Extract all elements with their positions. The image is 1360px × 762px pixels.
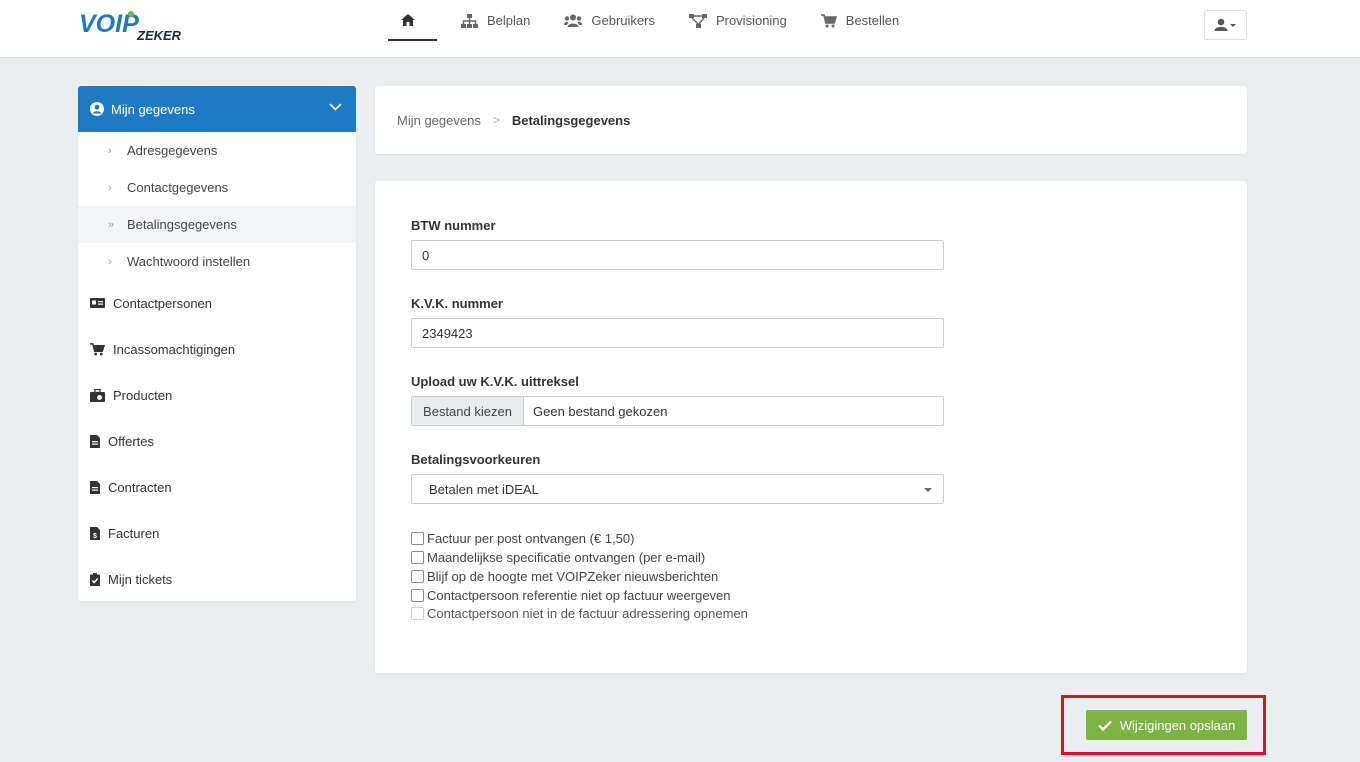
double-chevron-right-icon: » — [108, 218, 115, 231]
sidebar-item-label: Mijn tickets — [108, 571, 173, 587]
breadcrumb-parent[interactable]: Mijn gegevens — [397, 113, 481, 128]
nav-label: Provisioning — [715, 13, 787, 28]
id-card-icon — [90, 298, 105, 308]
user-caret-icon — [1214, 18, 1236, 31]
sidebar-item-label: Betalingsgegevens — [127, 217, 237, 232]
sidebar-item-contactpersonen[interactable]: Contactpersonen — [78, 280, 356, 326]
checkbox[interactable] — [411, 589, 424, 602]
choose-file-button[interactable]: Bestand kiezen — [412, 397, 524, 425]
nav-belplan[interactable]: Belplan — [449, 0, 542, 41]
payment-preference-label: Betalingsvoorkeuren — [411, 452, 541, 467]
sidebar-item-mijn-tickets[interactable]: Mijn tickets — [78, 556, 356, 601]
breadcrumb: Mijn gegevens > Betalingsgegevens — [375, 86, 1247, 154]
chevron-right-icon: › — [108, 144, 112, 157]
sidebar-item-label: Producten — [113, 387, 173, 403]
sidebar: Mijn gegevens › Adresgegevens › Contactg… — [78, 86, 356, 601]
file-icon — [90, 434, 100, 448]
sidebar-item-adresgegevens[interactable]: › Adresgegevens — [78, 132, 356, 169]
kvk-input[interactable] — [411, 318, 944, 348]
checkbox-factuur-per-post[interactable]: Factuur per post ontvangen (€ 1,50) — [411, 531, 634, 546]
checkbox[interactable] — [411, 607, 424, 620]
sidebar-item-label: Adresgegevens — [127, 143, 218, 158]
sidebar-item-contracten[interactable]: Contracten — [78, 464, 356, 510]
checkbox-label: Contactpersoon niet in de factuur adress… — [427, 606, 748, 621]
briefcase-icon — [90, 388, 105, 402]
checkbox[interactable] — [411, 532, 424, 545]
checkbox-label: Blijf op de hoogte met VOIPZeker nieuwsb… — [427, 569, 719, 584]
checkbox-label: Maandelijkse specificatie ontvangen (per… — [427, 550, 706, 565]
main-nav: Belplan Gebruikers Provisioning Bestelle… — [388, 0, 921, 58]
sidebar-item-label: Facturen — [108, 525, 160, 541]
users-icon — [564, 14, 583, 27]
nav-label: Bestellen — [845, 13, 900, 28]
checkbox-nieuwsberichten[interactable]: Blijf op de hoogte met VOIPZeker nieuwsb… — [411, 569, 718, 584]
checkbox-label: Contactpersoon referentie niet op factuu… — [427, 588, 731, 603]
top-navbar: VOIP ZEKER Belplan Gebruikers Provisioni… — [0, 0, 1360, 58]
checkbox-maandelijkse-specificatie[interactable]: Maandelijkse specificatie ontvangen (per… — [411, 550, 705, 565]
file-status: Geen bestand gekozen — [533, 403, 668, 419]
select-value: Betalen met iDEAL — [429, 481, 539, 497]
sidebar-item-betalingsgegevens[interactable]: » Betalingsgegevens — [78, 206, 356, 243]
sidebar-header-label: Mijn gegevens — [111, 101, 195, 117]
chevron-right-icon: > — [492, 113, 500, 127]
kvk-file-input[interactable]: Bestand kiezen Geen bestand gekozen — [411, 396, 944, 426]
clipboard-check-icon — [90, 572, 100, 586]
nav-bestellen[interactable]: Bestellen — [809, 0, 911, 41]
sidebar-item-facturen[interactable]: $ Facturen — [78, 510, 356, 556]
sidebar-item-offertes[interactable]: Offertes — [78, 418, 356, 464]
file-icon — [90, 480, 100, 494]
save-changes-button[interactable]: Wijzigingen opslaan — [1086, 710, 1247, 740]
cart-icon — [820, 13, 837, 27]
network-icon — [688, 13, 707, 28]
sidebar-item-label: Incassomachtigingen — [113, 341, 236, 357]
chevron-right-icon: › — [108, 181, 112, 194]
sidebar-item-label: Offertes — [108, 433, 155, 449]
kvk-label: K.V.K. nummer — [411, 296, 503, 311]
nav-label: Belplan — [487, 13, 531, 28]
svg-text:ZEKER: ZEKER — [136, 28, 182, 43]
sidebar-item-label: Contactgegevens — [127, 180, 229, 195]
nav-gebruikers[interactable]: Gebruikers — [552, 0, 667, 41]
sidebar-item-label: Contracten — [108, 479, 172, 495]
payment-details-form: BTW nummer K.V.K. nummer Upload uw K.V.K… — [375, 181, 1247, 673]
user-circle-icon — [90, 102, 104, 116]
checkbox[interactable] — [411, 551, 424, 564]
chevron-right-icon: › — [108, 255, 112, 268]
sidebar-item-label: Wachtwoord instellen — [127, 254, 251, 269]
sidebar-item-wachtwoord-instellen[interactable]: › Wachtwoord instellen — [78, 243, 356, 280]
btw-input[interactable] — [411, 240, 944, 270]
home-icon — [401, 13, 415, 26]
caret-down-icon — [924, 488, 932, 492]
cart-icon — [90, 342, 105, 356]
breadcrumb-current: Betalingsgegevens — [511, 112, 631, 128]
sitemap-icon — [461, 13, 478, 28]
chevron-down-icon — [329, 103, 342, 111]
voipzeker-logo: VOIP ZEKER — [79, 10, 182, 43]
nav-provisioning[interactable]: Provisioning — [677, 0, 799, 41]
logo[interactable]: VOIP ZEKER — [79, 10, 191, 44]
check-icon — [1097, 720, 1112, 731]
save-button-label: Wijzigingen opslaan — [1119, 717, 1236, 733]
sidebar-item-label: Contactpersonen — [113, 295, 213, 311]
svg-text:$: $ — [93, 533, 97, 540]
sidebar-item-incassomachtigingen[interactable]: Incassomachtigingen — [78, 326, 356, 372]
payment-preference-select[interactable]: Betalen met iDEAL — [411, 474, 944, 504]
nav-home[interactable] — [388, 0, 437, 41]
sidebar-item-producten[interactable]: Producten — [78, 372, 356, 418]
btw-label: BTW nummer — [411, 218, 496, 233]
sidebar-item-contactgegevens[interactable]: › Contactgegevens — [78, 169, 356, 206]
checkbox[interactable] — [411, 570, 424, 583]
user-menu-button[interactable] — [1204, 10, 1247, 40]
checkbox-label: Factuur per post ontvangen (€ 1,50) — [427, 531, 635, 546]
upload-label: Upload uw K.V.K. uittreksel — [411, 374, 579, 389]
checkbox-referentie-niet-weergeven[interactable]: Contactpersoon referentie niet op factuu… — [411, 588, 731, 603]
checkbox-niet-in-adressering[interactable]: Contactpersoon niet in de factuur adress… — [411, 606, 748, 621]
sidebar-header-mijn-gegevens[interactable]: Mijn gegevens — [78, 86, 356, 132]
nav-label: Gebruikers — [591, 13, 655, 28]
invoice-icon: $ — [90, 526, 100, 540]
